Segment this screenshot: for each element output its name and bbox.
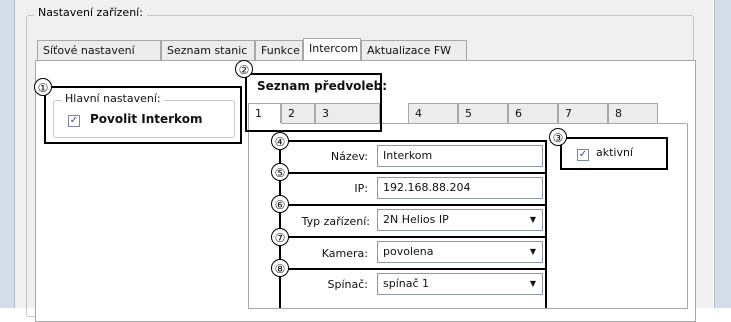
preset-tab-8[interactable]: 8: [608, 103, 658, 123]
annotation-box-2: [245, 73, 382, 132]
marker-4: ④: [271, 132, 289, 150]
device-type-label: Typ zařízení:: [301, 215, 370, 228]
tab-intercom[interactable]: Intercom: [303, 38, 361, 60]
annotation-box-1: [44, 86, 242, 144]
chevron-down-icon: ▼: [529, 215, 536, 224]
preset-tab-6[interactable]: 6: [508, 103, 558, 123]
chevron-down-icon: ▼: [529, 279, 536, 288]
marker-5: ⑤: [271, 163, 289, 181]
tab-functions[interactable]: Funkce: [255, 40, 303, 60]
active-checkbox-label: aktivní: [596, 146, 634, 159]
camera-select[interactable]: povolena ▼: [377, 241, 543, 263]
marker-1: ①: [34, 78, 52, 96]
preset-tab-5[interactable]: 5: [458, 103, 508, 123]
marker-2: ②: [235, 60, 253, 78]
chevron-down-icon: ▼: [529, 247, 536, 256]
switch-value: spínač 1: [383, 277, 430, 290]
ip-input[interactable]: 192.168.88.204: [377, 177, 543, 199]
device-type-value: 2N Helios IP: [383, 213, 449, 226]
camera-label: Kamera:: [321, 247, 368, 260]
marker-3: ③: [549, 128, 567, 146]
tab-station-list[interactable]: Seznam stanic: [161, 40, 255, 60]
marker-6: ⑥: [271, 195, 289, 213]
name-input[interactable]: Interkom: [377, 145, 543, 167]
name-label: Název:: [330, 150, 368, 163]
switch-select[interactable]: spínač 1 ▼: [377, 273, 543, 295]
preset-tab-7[interactable]: 7: [558, 103, 608, 123]
active-checkbox[interactable]: ✓: [577, 149, 589, 161]
tab-network-settings[interactable]: Síťové nastavení: [37, 40, 161, 60]
marker-7: ⑦: [271, 228, 289, 246]
window-frame-right: [714, 0, 731, 308]
group-title: Nastavení zařízení:: [34, 6, 147, 19]
ip-label: IP:: [354, 182, 368, 195]
switch-label: Spínač:: [327, 278, 369, 291]
window-frame-left: [0, 0, 15, 308]
marker-8: ⑧: [271, 259, 289, 277]
preset-tab-4[interactable]: 4: [408, 103, 458, 123]
device-type-select[interactable]: 2N Helios IP ▼: [377, 209, 543, 231]
camera-value: povolena: [383, 245, 434, 258]
tab-firmware-update[interactable]: Aktualizace FW: [361, 40, 467, 60]
